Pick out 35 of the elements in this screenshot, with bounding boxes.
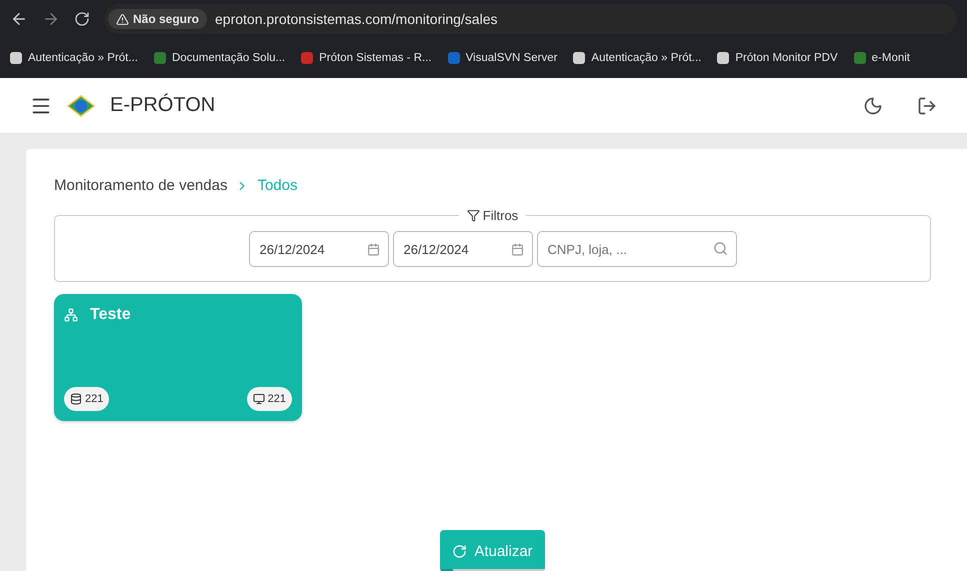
filter-icon (466, 209, 480, 222)
calendar-icon (510, 242, 524, 256)
calendar-icon (366, 242, 380, 256)
monitor-icon (252, 393, 265, 405)
back-icon[interactable] (10, 10, 28, 28)
brand-name: E-PRÓTON (110, 94, 216, 117)
filters-label: Filtros (482, 208, 518, 223)
bookmark[interactable]: VisualSVN Server (448, 52, 558, 64)
logout-icon[interactable] (917, 96, 937, 116)
forward-icon[interactable] (42, 10, 60, 28)
terminal-count: 221 (246, 387, 292, 411)
hierarchy-icon (64, 308, 78, 322)
url-text: eproton.protonsistemas.com/monitoring/sales (215, 11, 498, 27)
database-icon (70, 393, 82, 405)
bookmark[interactable]: Documentação Solu... (154, 52, 286, 64)
database-count: 221 (64, 387, 110, 411)
group-name: Teste (90, 306, 131, 324)
bookmark[interactable]: Autenticação » Prót... (573, 52, 702, 64)
date-field[interactable]: 26/12/2024 (248, 231, 388, 267)
logo-icon (66, 94, 96, 118)
search-field[interactable]: CNPJ, loja, ... (536, 231, 736, 267)
warning-icon (116, 12, 129, 26)
group-card[interactable]: Teste 221 221 (54, 294, 302, 421)
bookmark[interactable]: Próton Monitor PDV (717, 52, 838, 64)
security-chip: Não seguro (108, 9, 208, 29)
date-field[interactable]: 26/12/2024 (392, 231, 532, 267)
page-title: Monitoramento de vendas (54, 177, 228, 194)
address-bar[interactable]: Não seguro eproton.protonsistemas.com/monitoring/sales (104, 4, 957, 34)
dark-mode-icon[interactable] (863, 96, 883, 116)
bookmark[interactable]: Autenticação » Prót... (10, 52, 138, 64)
refresh-icon (452, 544, 468, 558)
bookmark[interactable]: e-Monit (854, 52, 910, 64)
bookmark[interactable]: Próton Sistemas - R... (301, 52, 432, 64)
reload-icon[interactable] (74, 11, 90, 27)
search-icon (712, 241, 728, 256)
